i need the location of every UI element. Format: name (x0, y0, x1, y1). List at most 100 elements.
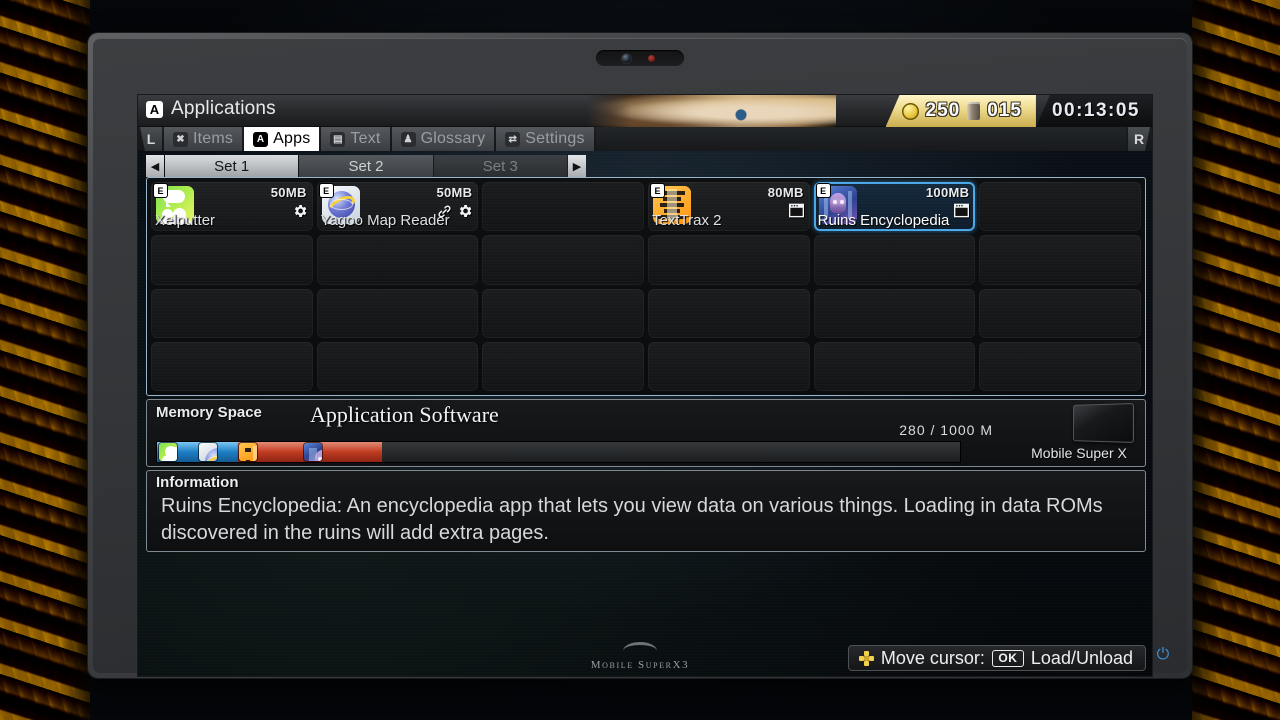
set-selector: ◀ Set 1 Set 2 Set 3 ▶ (146, 155, 586, 177)
app-slot-empty[interactable] (482, 341, 644, 392)
app-slot-empty[interactable] (979, 182, 1141, 232)
information-panel: Information Ruins Encyclopedia: An encyc… (146, 470, 1146, 552)
apps-icon: A (253, 131, 269, 147)
app-slot-yagoo-map-reader[interactable]: E 50MB Yagoo Map Reader (316, 182, 479, 232)
app-slot-empty[interactable] (151, 235, 313, 285)
device-screen: A Applications 250 015 00:13:05 L ✖ Item… (137, 94, 1153, 677)
memory-segment-icon (159, 443, 177, 461)
app-slot-ruins-encyclopedia[interactable]: E 100MB Ruins Encyclopedia (813, 182, 976, 232)
tab-apps-label: Apps (273, 130, 311, 147)
app-slot-empty[interactable] (316, 235, 479, 285)
app-slot-empty[interactable] (648, 341, 810, 392)
category-tabbar: L ✖ Items A Apps ▤ Text ♟ Glossary ⇄ Set… (138, 127, 1152, 151)
shoulder-button-r[interactable]: R (1128, 127, 1150, 151)
app-slot-empty[interactable] (979, 235, 1141, 285)
information-label: Information (156, 474, 239, 491)
app-slot-empty[interactable] (316, 341, 479, 392)
power-icon[interactable]: ⏻ (1155, 647, 1171, 663)
device-thumbnail-icon (1072, 403, 1135, 443)
memory-segment-icon (199, 443, 218, 461)
app-grid-panel: E 50MB Xelputter E 50MB Yagoo Map Reader E 80MB… (146, 177, 1146, 396)
tab-settings[interactable]: ⇄ Settings (496, 127, 594, 151)
device-brand: Mobile SuperX3 (590, 659, 690, 671)
app-slot-empty[interactable] (482, 288, 644, 339)
app-slot-empty[interactable] (813, 341, 976, 392)
memory-capacity: 280 / 1000 M (899, 422, 993, 438)
rating-badge: E (816, 184, 830, 197)
memory-space-label: Memory Space (156, 404, 262, 421)
app-slot-empty[interactable] (813, 235, 976, 285)
apps-badge-icon: A (146, 100, 163, 118)
status-led-icon (648, 55, 655, 62)
page-title-text: Applications (171, 98, 276, 119)
tab-apps[interactable]: A Apps (244, 127, 320, 151)
tabbar-spacer (595, 127, 1126, 151)
next-set-arrow-icon[interactable]: ▶ (567, 155, 586, 177)
app-slot-empty[interactable] (648, 288, 810, 339)
app-slot-empty[interactable] (482, 235, 644, 285)
rating-badge: E (319, 184, 333, 197)
memory-segment-icon (303, 443, 322, 461)
app-slot-xelputter[interactable]: E 50MB Xelputter (151, 182, 313, 232)
app-slot-empty[interactable] (979, 288, 1141, 339)
set-tab-2[interactable]: Set 2 (299, 155, 433, 177)
memory-usage-bar (156, 441, 961, 463)
app-size-label: 50MB (436, 185, 473, 200)
app-slot-empty[interactable] (482, 182, 644, 232)
app-name-label: Xelputter (155, 212, 216, 230)
app-slot-texttrax-2[interactable]: E 80MB TextTrax 2 (648, 182, 810, 232)
tab-text[interactable]: ▤ Text (321, 127, 390, 151)
rating-badge: E (154, 184, 167, 197)
coin-icon (901, 102, 919, 120)
set-tab-1[interactable]: Set 1 (165, 155, 299, 177)
app-size-label: 100MB (925, 185, 970, 200)
app-size-label: 50MB (270, 185, 307, 200)
memory-space-panel: Memory Space Application Software 280 / … (146, 399, 1146, 467)
screen-header: A Applications 250 015 00:13:05 (138, 95, 1152, 127)
app-slot-empty[interactable] (151, 288, 313, 339)
information-text: Ruins Encyclopedia: An encyclopedia app … (161, 495, 1103, 544)
memory-segment-ruins-encyclopedia (301, 442, 382, 462)
currency-group: 250 015 (885, 95, 1036, 127)
set-tab-3[interactable]: Set 3 (433, 155, 567, 177)
app-grid: E 50MB Xelputter E 50MB Yagoo Map Reader E 80MB… (151, 182, 1141, 392)
memory-segment-yagoo-map-reader (197, 442, 238, 462)
app-size-label: 80MB (767, 185, 804, 200)
gold-amount: 250 (925, 100, 961, 121)
glossary-icon: ♟ (400, 131, 416, 147)
tab-text-label: Text (350, 130, 381, 147)
memory-segment-icon (239, 443, 258, 461)
prev-set-arrow-icon[interactable]: ◀ (146, 155, 164, 177)
app-slot-empty[interactable] (979, 341, 1141, 392)
app-slot-empty[interactable] (648, 235, 810, 285)
memory-segment-xelputter (157, 442, 198, 462)
tab-glossary[interactable]: ♟ Glossary (391, 127, 495, 151)
memory-segment-texttrax-2 (237, 442, 302, 462)
character-portrait (586, 95, 836, 127)
tab-items[interactable]: ✖ Items (164, 127, 243, 151)
camera-lens-icon (622, 54, 631, 63)
capsule-icon (967, 102, 981, 120)
text-icon: ▤ (330, 131, 346, 147)
memory-free-space (381, 442, 960, 462)
device-bezel: A Applications 250 015 00:13:05 L ✖ Item… (93, 38, 1187, 677)
camera-strip (596, 50, 684, 66)
capsule-amount: 015 (987, 100, 1022, 121)
app-slot-empty[interactable] (316, 288, 479, 339)
tab-glossary-label: Glossary (420, 130, 486, 147)
app-name-label: Yagoo Map Reader (320, 212, 450, 230)
app-slot-empty[interactable] (813, 288, 976, 339)
app-slot-empty[interactable] (151, 341, 313, 392)
status-bar: 250 015 00:13:05 (885, 95, 1152, 127)
tab-settings-label: Settings (525, 130, 585, 147)
memory-kind-label: Application Software (310, 402, 499, 427)
play-time: 00:13:05 (1035, 95, 1152, 127)
page-title: A Applications (146, 98, 276, 120)
memory-device-name: Mobile Super X (1031, 445, 1127, 461)
tab-items-label: Items (193, 130, 234, 147)
items-icon: ✖ (173, 131, 188, 147)
shoulder-button-l[interactable]: L (140, 127, 162, 151)
app-name-label: TextTrax 2 (652, 212, 722, 230)
rating-badge: E (651, 184, 664, 197)
handheld-device: A Applications 250 015 00:13:05 L ✖ Item… (88, 33, 1192, 678)
